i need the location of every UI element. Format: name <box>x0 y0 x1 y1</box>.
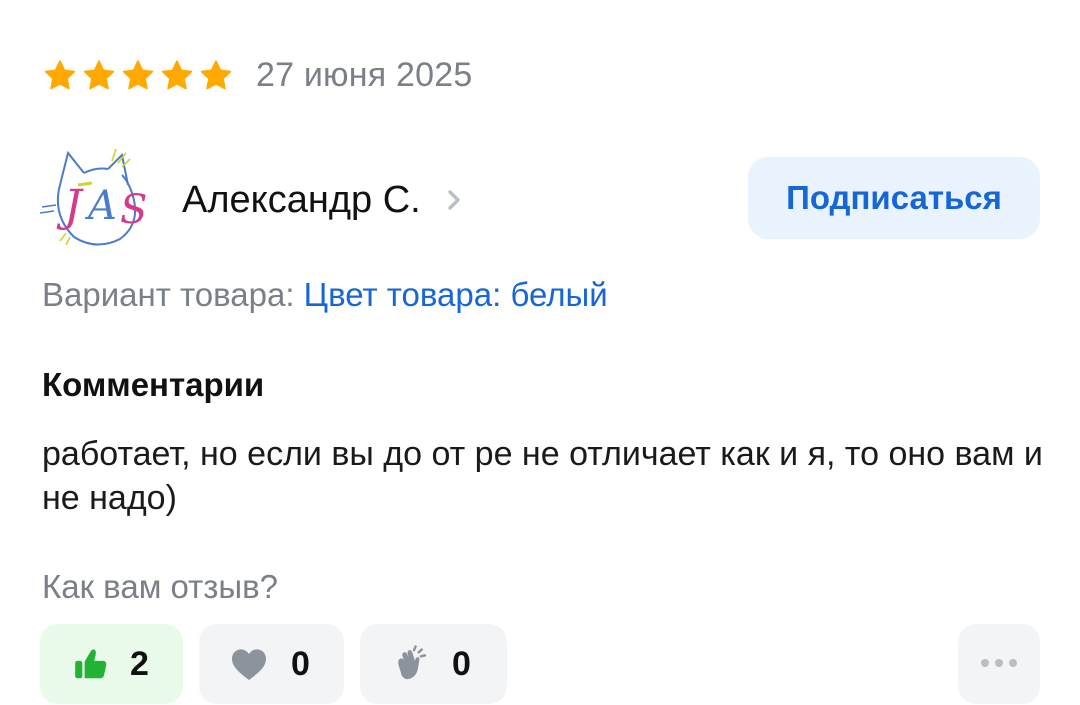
star-icon <box>81 58 117 94</box>
clap-count: 0 <box>452 644 471 683</box>
more-options-button[interactable] <box>958 624 1040 704</box>
heart-reaction-button[interactable]: 0 <box>199 624 344 704</box>
star-icon <box>159 58 195 94</box>
avatar[interactable]: J A S <box>38 145 154 255</box>
heart-count: 0 <box>291 644 310 683</box>
product-variant: Вариант товара: Цвет товара: белый <box>42 276 608 314</box>
star-rating <box>42 58 234 94</box>
thumbs-up-icon <box>72 645 110 683</box>
comment-text: работает, но если вы до от ре не отличае… <box>42 435 1043 517</box>
variant-value[interactable]: Цвет товара: белый <box>304 276 608 313</box>
like-count: 2 <box>130 644 149 683</box>
clap-reaction-button[interactable]: 0 <box>360 624 507 704</box>
subscribe-button[interactable]: Подписаться <box>748 157 1040 239</box>
star-icon <box>42 58 78 94</box>
feedback-question: Как вам отзыв? <box>42 568 279 605</box>
star-icon <box>120 58 156 94</box>
more-dots-icon <box>979 655 1019 673</box>
rating-row: 27 июня 2025 <box>42 56 472 95</box>
author-row: J A S Александр С. Подписаться <box>38 145 1040 255</box>
clapping-hands-icon <box>392 644 430 684</box>
author-name[interactable]: Александр С. <box>182 179 421 222</box>
comments-heading: Комментарии <box>42 366 265 403</box>
heart-icon <box>229 645 269 683</box>
reactions-bar: 2 0 0 <box>40 624 1040 704</box>
chevron-right-icon[interactable] <box>445 187 463 213</box>
variant-label: Вариант товара: <box>42 276 295 313</box>
like-reaction-button[interactable]: 2 <box>40 624 183 704</box>
review-date: 27 июня 2025 <box>256 56 473 94</box>
svg-text:S: S <box>120 187 147 233</box>
svg-text:A: A <box>84 183 117 229</box>
star-icon <box>198 58 234 94</box>
svg-text:J: J <box>56 181 84 232</box>
